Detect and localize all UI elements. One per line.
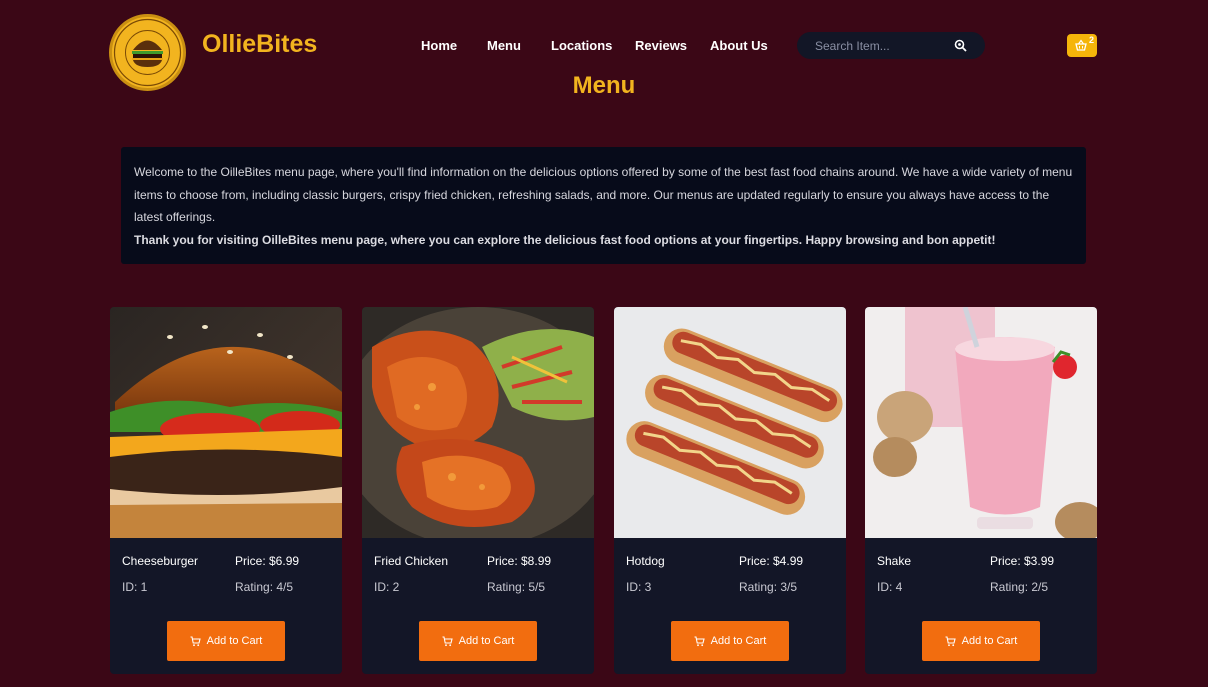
cheeseburger-image: [110, 307, 342, 538]
product-rating: Rating: 3/5: [739, 580, 798, 594]
search-button[interactable]: [954, 39, 967, 52]
cart-icon: [190, 635, 201, 646]
intro-text: Welcome to the OilleBites menu page, whe…: [134, 165, 1073, 224]
product-image: [614, 307, 846, 538]
shake-image: [865, 307, 1097, 538]
cart-icon: [442, 635, 453, 646]
brand-name[interactable]: OllieBites: [202, 30, 317, 59]
product-name: Shake: [877, 554, 912, 568]
nav-reviews[interactable]: Reviews: [635, 38, 687, 53]
product-image: [110, 307, 342, 538]
product-price: Price: $8.99: [487, 554, 552, 568]
cart-button[interactable]: 2: [1067, 34, 1097, 57]
add-to-cart-label: Add to Cart: [710, 635, 767, 647]
cart-icon: [694, 635, 705, 646]
add-to-cart-button[interactable]: Add to Cart: [167, 621, 285, 661]
product-rating: Rating: 5/5: [487, 580, 546, 594]
nav-about-us[interactable]: About Us: [710, 38, 768, 53]
page-title: Menu: [572, 72, 636, 99]
nav-menu[interactable]: Menu: [487, 38, 521, 53]
add-to-cart-label: Add to Cart: [206, 635, 263, 647]
product-price: Price: $4.99: [739, 554, 804, 568]
basket-icon: [1075, 39, 1087, 51]
product-image: [865, 307, 1097, 538]
nav-locations[interactable]: Locations: [551, 38, 612, 53]
product-image: [362, 307, 594, 538]
add-to-cart-label: Add to Cart: [458, 635, 515, 647]
product-id: ID: 4: [877, 580, 903, 594]
product-name: Fried Chicken: [374, 554, 449, 568]
product-rating: Rating: 4/5: [235, 580, 294, 594]
search-input[interactable]: [815, 38, 955, 53]
product-rating: Rating: 2/5: [990, 580, 1049, 594]
fried-chicken-image: [362, 307, 594, 538]
search-bar: [797, 32, 985, 59]
product-card-cheeseburger: Cheeseburger Price: $6.99 ID: 1 Rating: …: [110, 307, 342, 674]
nav-home[interactable]: Home: [421, 38, 457, 53]
product-id: ID: 2: [374, 580, 400, 594]
product-card-shake: Shake Price: $3.99 ID: 4 Rating: 2/5 Add…: [865, 307, 1097, 674]
product-name: Hotdog: [626, 554, 665, 568]
product-price: Price: $3.99: [990, 554, 1055, 568]
product-name: Cheeseburger: [122, 554, 199, 568]
intro-panel: Welcome to the OilleBites menu page, whe…: [121, 147, 1086, 264]
cart-icon: [945, 635, 956, 646]
add-to-cart-label: Add to Cart: [961, 635, 1018, 647]
search-icon: [954, 39, 967, 52]
product-price: Price: $6.99: [235, 554, 300, 568]
product-id: ID: 3: [626, 580, 652, 594]
hotdog-image: [614, 307, 846, 538]
add-to-cart-button[interactable]: Add to Cart: [419, 621, 537, 661]
intro-bold-text: Thank you for visiting OilleBites menu p…: [134, 232, 996, 247]
add-to-cart-button[interactable]: Add to Cart: [671, 621, 789, 661]
cart-count-badge: 2: [1088, 35, 1094, 45]
product-card-hotdog: Hotdog Price: $4.99 ID: 3 Rating: 3/5 Ad…: [614, 307, 846, 674]
add-to-cart-button[interactable]: Add to Cart: [922, 621, 1040, 661]
product-card-fried-chicken: Fried Chicken Price: $8.99 ID: 2 Rating:…: [362, 307, 594, 674]
product-id: ID: 1: [122, 580, 148, 594]
